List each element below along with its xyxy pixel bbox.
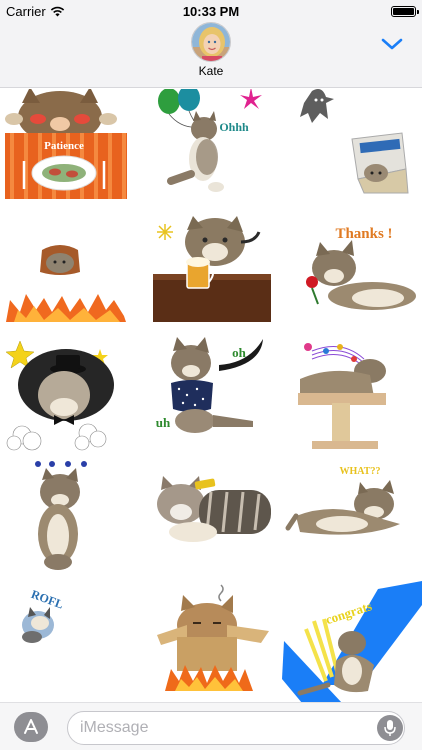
- chevron-down-icon[interactable]: [380, 36, 404, 52]
- microphone-button[interactable]: [377, 715, 403, 741]
- sticker-cat-fire[interactable]: [0, 212, 140, 334]
- sticker-text: Thanks !: [335, 226, 392, 242]
- sticker-cat-lying[interactable]: [141, 458, 281, 580]
- sticker-text: Ohhh: [219, 120, 249, 134]
- sticker-text-a: oh: [232, 345, 247, 360]
- contact-name[interactable]: Kate: [0, 64, 422, 78]
- message-placeholder: iMessage: [80, 719, 149, 736]
- sticker-cat-patience[interactable]: Patience: [0, 89, 140, 211]
- sticker-cat-balloons[interactable]: Ohhh: [141, 89, 281, 211]
- sticker-cat-ghost-box[interactable]: [282, 89, 422, 211]
- sticker-cat-box-fire[interactable]: [141, 581, 281, 703]
- battery-icon: [391, 5, 419, 17]
- sticker-cat-hat[interactable]: [0, 335, 140, 457]
- contact-avatar[interactable]: [191, 22, 231, 62]
- sticker-text: Patience: [44, 140, 84, 152]
- app-store-icon: [24, 719, 38, 734]
- message-input[interactable]: iMessage: [67, 711, 405, 745]
- sticker-cat-congrats[interactable]: congrats: [282, 581, 422, 703]
- sticker-cat-rofl[interactable]: ROFL: [0, 581, 140, 703]
- sticker-text-b: uh: [156, 415, 171, 430]
- sticker-cat-thanks[interactable]: Thanks !: [282, 212, 422, 334]
- sticker-cat-what[interactable]: WHAT??: [282, 458, 422, 580]
- sticker-cat-beer[interactable]: [141, 212, 281, 334]
- sticker-text: WHAT??: [340, 466, 381, 477]
- wifi-icon: [50, 6, 64, 16]
- clock: 10:33 PM: [182, 3, 240, 19]
- app-store-button[interactable]: [14, 712, 48, 742]
- carrier-label: Carrier: [6, 3, 46, 19]
- sticker-grid: Patience Ohhh Thanks ! oh uh WHAT?? ROFL…: [0, 89, 422, 703]
- conversation-header: Carrier 10:33 PM Kate: [0, 0, 422, 88]
- microphone-icon: [384, 720, 396, 736]
- sticker-text: ROFL: [29, 587, 65, 612]
- sticker-cat-music[interactable]: [282, 335, 422, 457]
- sticker-cat-uh-oh[interactable]: oh uh: [141, 335, 281, 457]
- status-bar: Carrier 10:33 PM: [0, 0, 422, 22]
- sticker-cat-dots[interactable]: [0, 458, 140, 580]
- battery-fill: [393, 7, 414, 15]
- message-input-bar: iMessage: [0, 702, 422, 750]
